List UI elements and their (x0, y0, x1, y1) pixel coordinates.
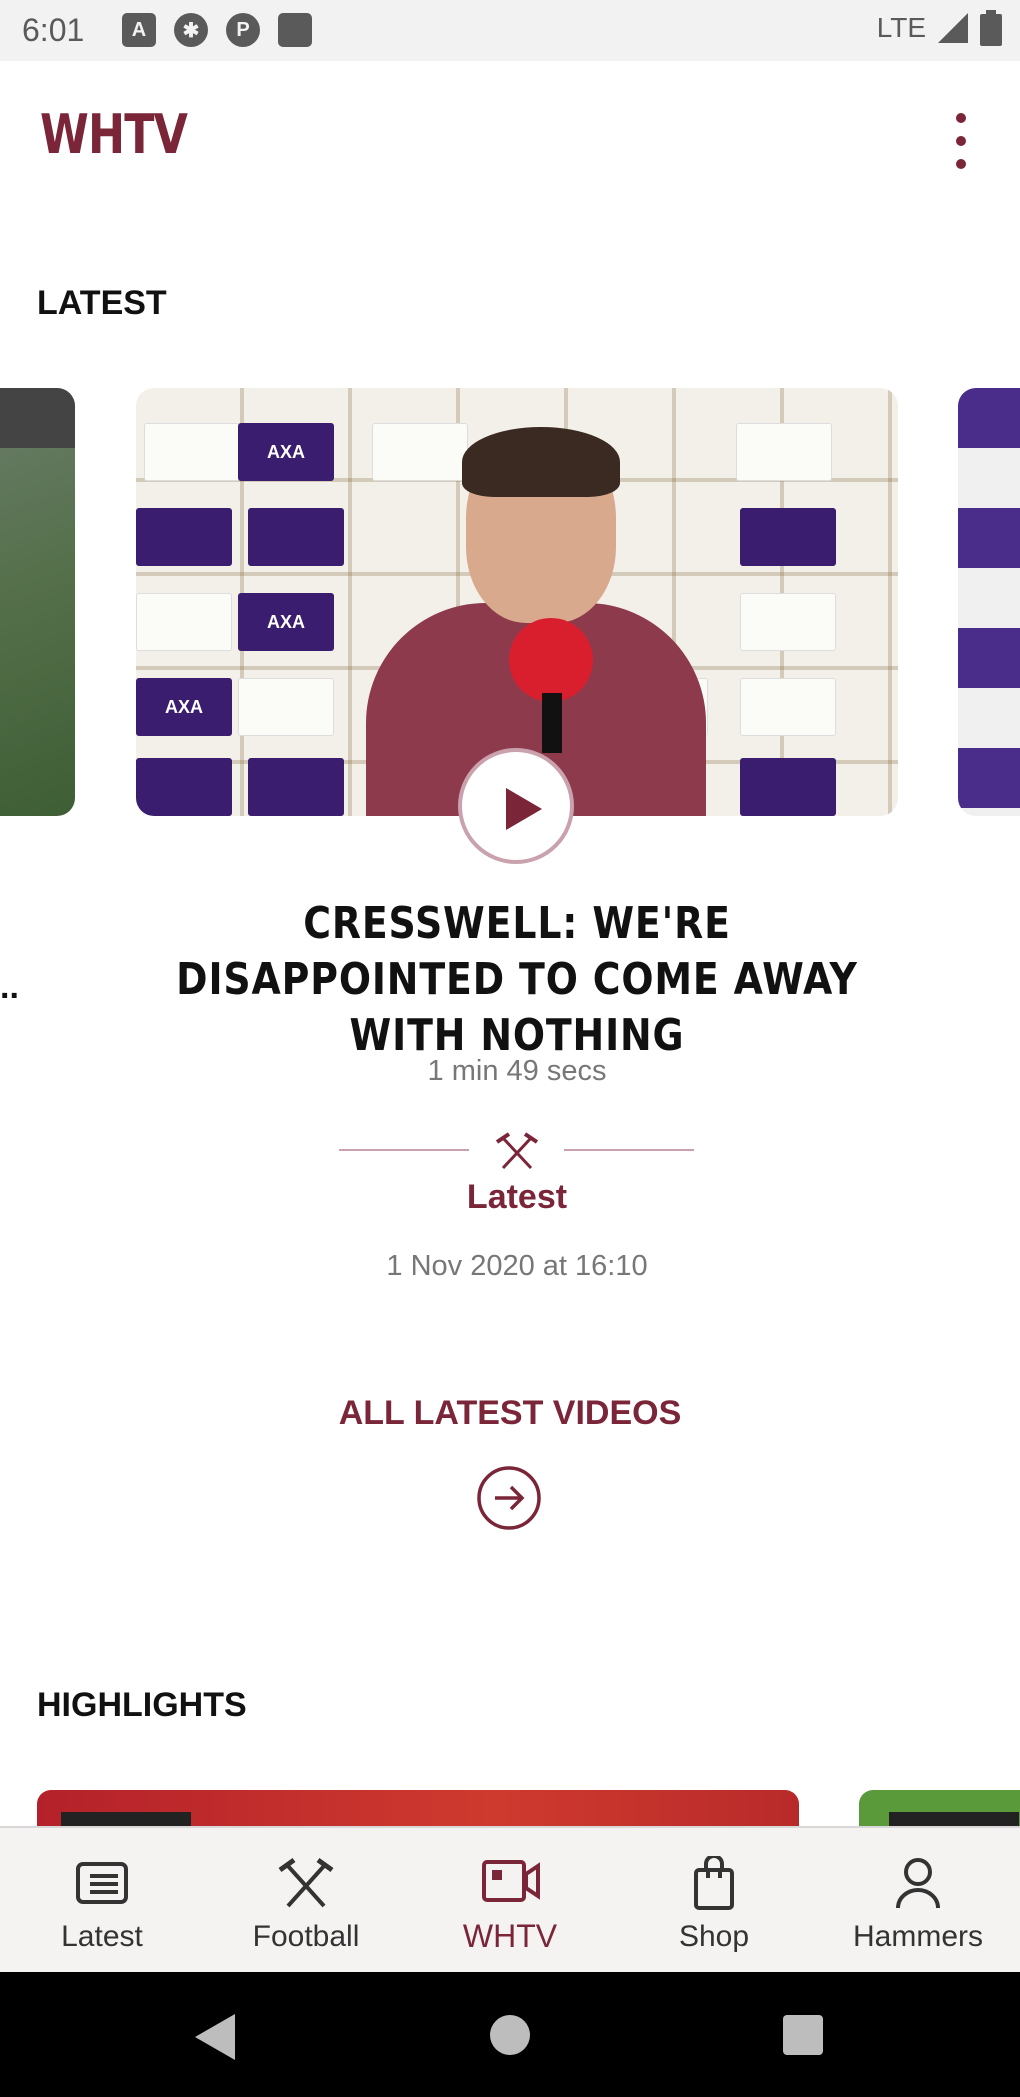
nav-item-football[interactable]: Football (204, 1828, 408, 1972)
crossed-hammers-icon (495, 1132, 539, 1170)
nav-label-shop: Shop (678, 1920, 750, 1953)
nav-label-football: Football (252, 1920, 360, 1953)
divider-right (564, 1149, 694, 1151)
nav-label-hammers: Hammers (852, 1920, 983, 1953)
status-right: LTE (877, 10, 1002, 46)
video-category: Latest (466, 1178, 568, 1216)
highlight-video-thumbnail[interactable] (37, 1790, 799, 1830)
next-video-thumbnail[interactable] (958, 388, 1020, 816)
news-icon (76, 1862, 128, 1904)
nav-item-shop[interactable]: Shop (612, 1828, 816, 1972)
play-icon (506, 788, 542, 830)
home-icon[interactable] (490, 2015, 530, 2055)
nav-item-hammers[interactable]: Hammers (816, 1828, 1020, 1972)
app-logo-title: WHTV (40, 103, 188, 166)
shopping-bag-icon (694, 1856, 734, 1910)
previous-card-title-ellipsis: .. (0, 968, 19, 1006)
back-icon[interactable] (195, 2014, 235, 2060)
gear-icon: ✱ (174, 13, 208, 47)
more-vert-icon[interactable] (940, 111, 980, 171)
crossed-hammers-icon (278, 1857, 334, 1908)
latest-section-title: LATEST (37, 284, 167, 322)
video-duration: 1 min 49 secs (427, 1055, 607, 1087)
nav-item-latest[interactable]: Latest (0, 1828, 204, 1972)
p-icon: P (226, 13, 260, 47)
nav-label-whtv: WHTV (462, 1918, 558, 1954)
arrow-right-circle-icon[interactable] (476, 1465, 542, 1531)
featured-video-title[interactable]: CRESSWELL: WE'RE DISAPPOINTED TO COME AW… (158, 896, 875, 1064)
status-notification-icons: A ✱ P (122, 13, 312, 47)
recent-apps-icon[interactable] (783, 2015, 823, 2055)
network-type: LTE (876, 12, 926, 43)
video-date: 1 Nov 2020 at 16:10 (386, 1250, 648, 1282)
divider-left (339, 1149, 469, 1151)
previous-video-thumbnail[interactable] (0, 388, 75, 816)
person-icon (896, 1858, 940, 1909)
highlights-section-title: HIGHLIGHTS (37, 1686, 247, 1724)
system-navigation-bar (0, 1972, 1020, 2097)
nav-label-latest: Latest (61, 1920, 143, 1953)
battery-icon (980, 10, 1002, 46)
a-icon: A (122, 13, 156, 47)
screen: 6:01 A ✱ P LTE WHTV LATEST AXA AXA AXA .… (0, 0, 1020, 2097)
status-bar: 6:01 A ✱ P LTE (0, 0, 1020, 61)
status-time: 6:01 (22, 12, 85, 48)
bottom-navigation: Latest Football WHTV Shop Hammers (0, 1826, 1020, 1972)
highlight-video-thumbnail-next[interactable] (859, 1790, 1020, 1830)
signal-icon (938, 13, 968, 43)
app-bar: WHTV (0, 61, 1020, 211)
nav-item-whtv[interactable]: WHTV (408, 1828, 612, 1972)
all-latest-videos-link[interactable]: ALL LATEST VIDEOS (0, 1394, 1020, 1433)
play-button[interactable] (458, 748, 574, 864)
sd-card-icon (278, 13, 312, 47)
video-camera-icon (482, 1860, 540, 1902)
